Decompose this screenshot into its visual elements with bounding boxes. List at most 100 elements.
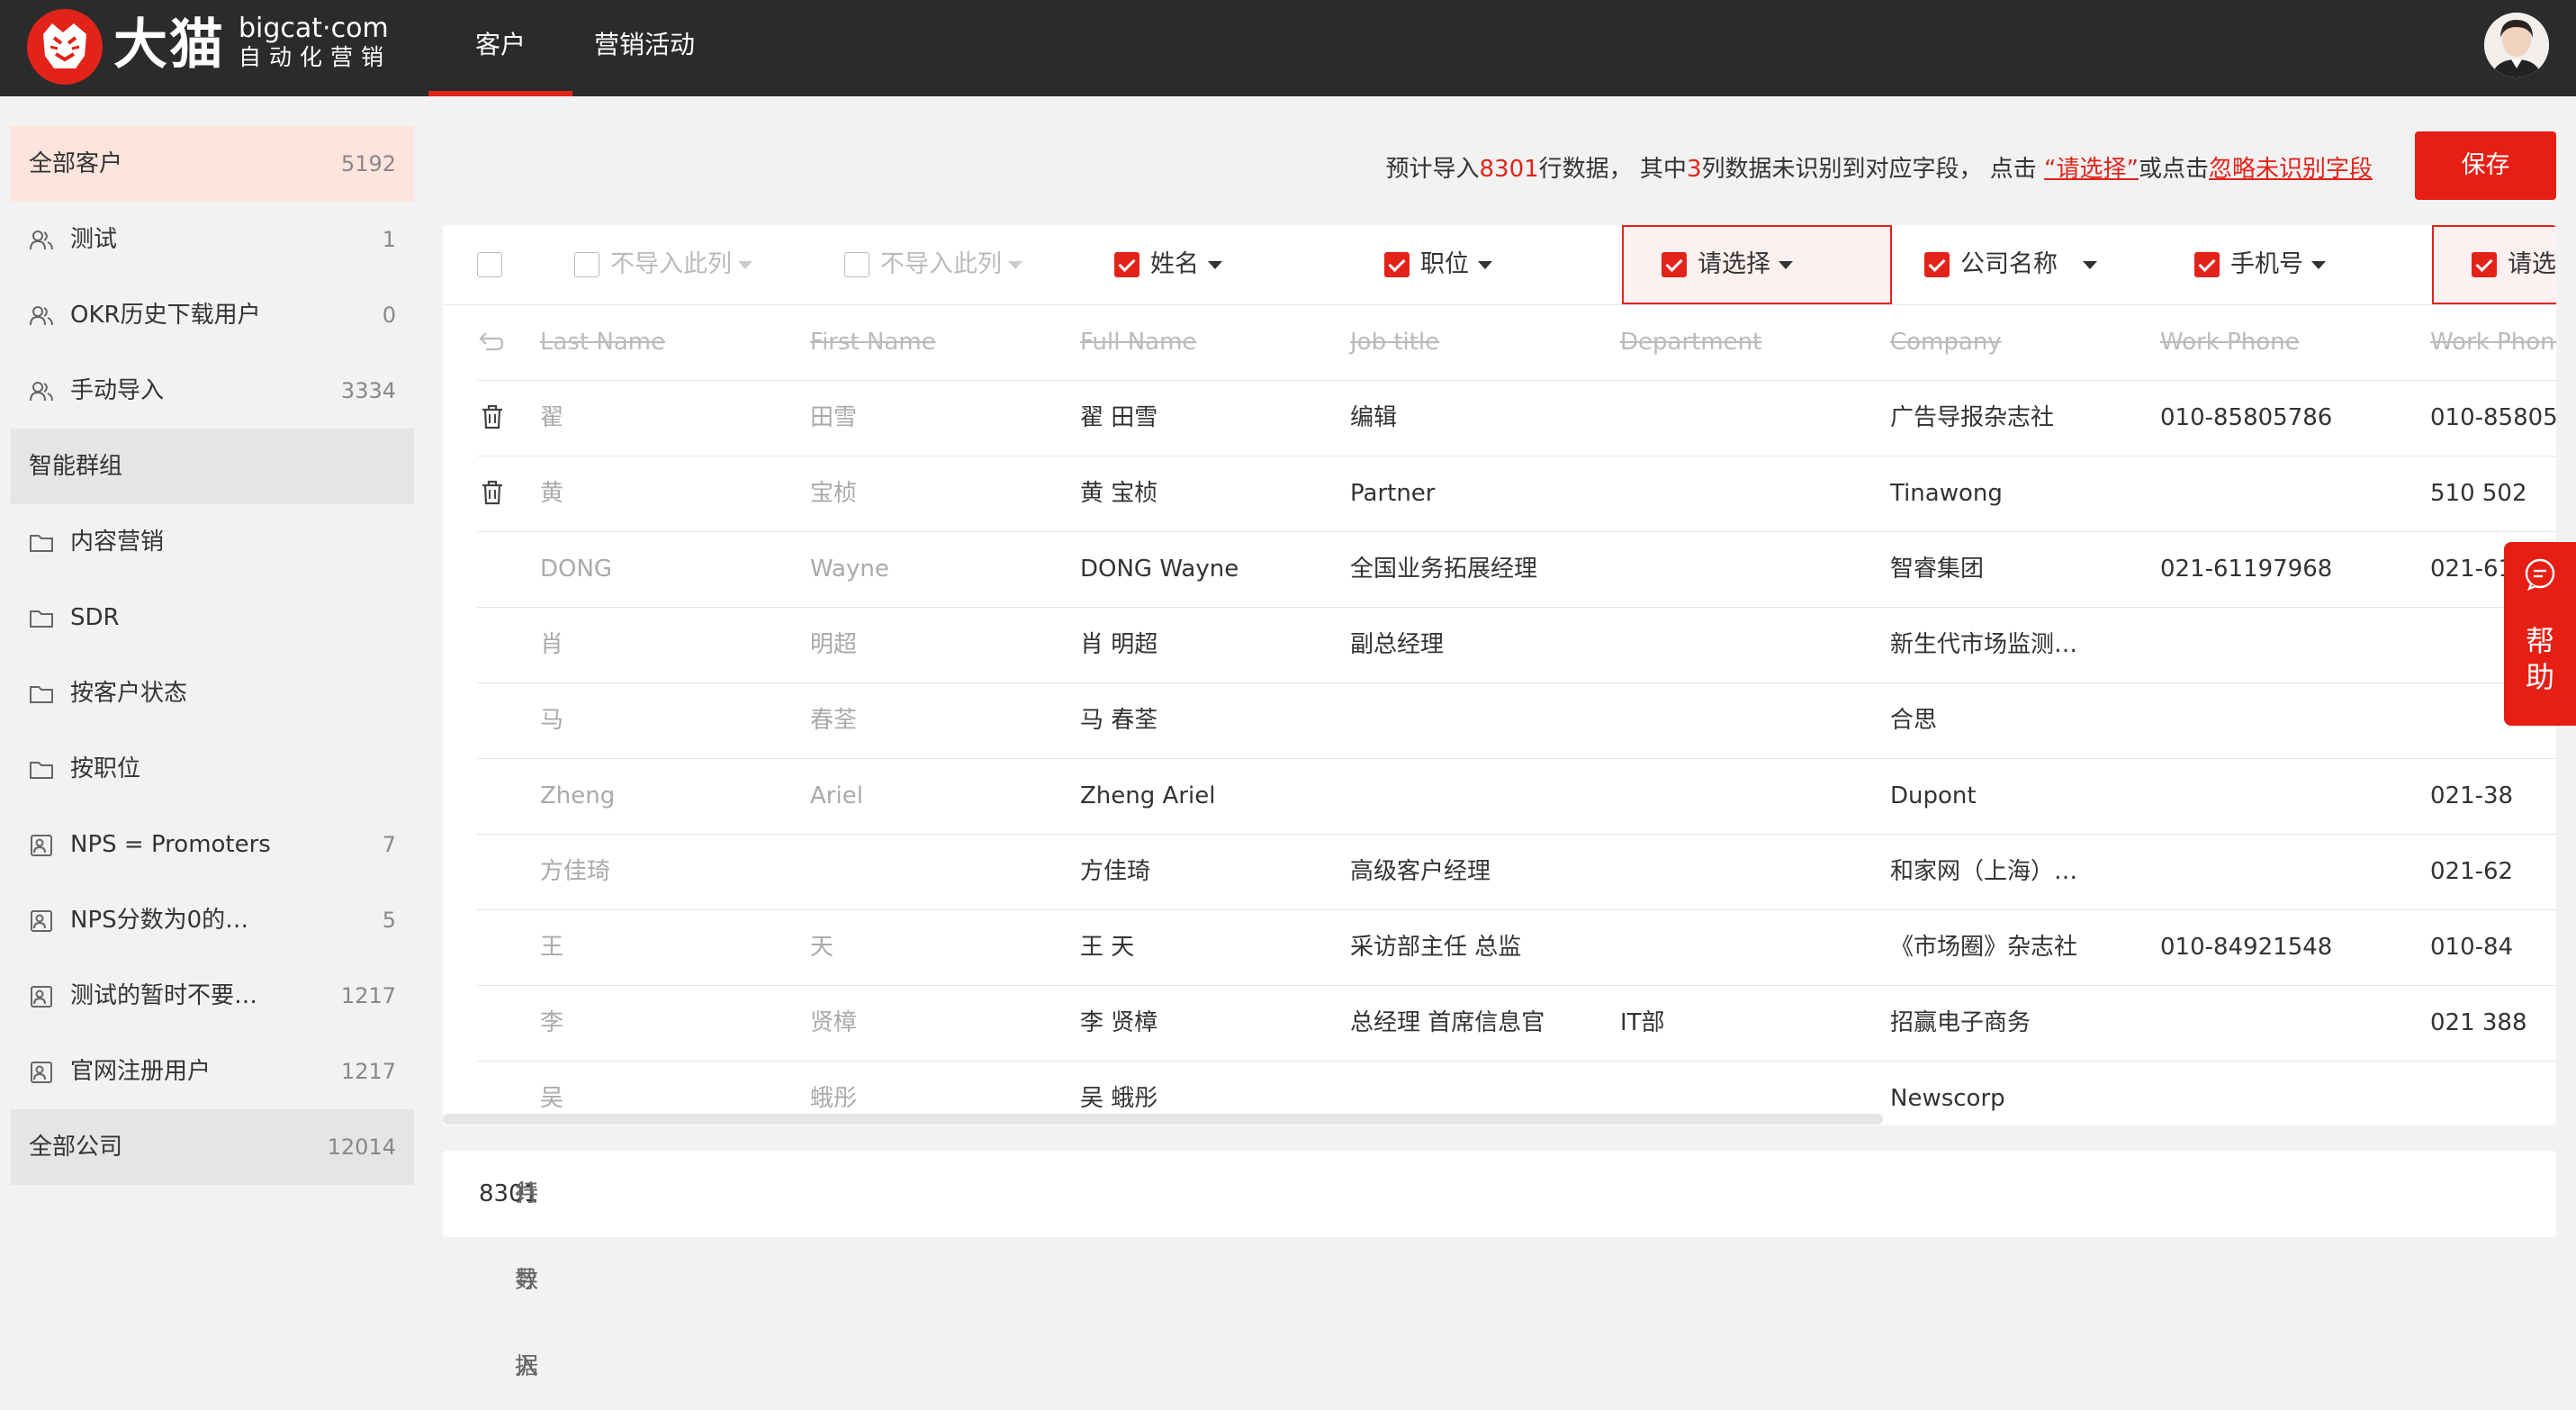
sidebar: 全部客户 5192 测试 1 OKR历史下载用户 0 手动导入 3334 智能群… [11,126,414,1185]
user-avatar[interactable] [2484,13,2549,77]
table-cell: 马 春荃 [1080,707,1158,734]
help-label: 帮助 [2525,624,2554,694]
table-cell: 方佳琦 [540,858,611,885]
sidebar-item-manual-import[interactable]: 手动导入 3334 [11,353,414,429]
table-cell: 明超 [810,631,858,658]
sidebar-item-label: 全部客户 [29,150,123,177]
import-total-footer: 共导入 8301 行数据 [443,1151,2556,1380]
table-cell: Tinawong [1890,480,2003,507]
column-mapping-dropdown-unresolved[interactable]: 请选择 [2432,225,2556,304]
trash-icon[interactable] [481,479,504,506]
tab-customers[interactable]: 客户 [428,0,572,96]
column-checkbox[interactable] [2472,252,2497,277]
table-cell: 智睿集团 [1890,556,1985,583]
sidebar-item-count: 1217 [340,983,396,1008]
sidebar-item-by-position[interactable]: 按职位 [11,731,414,807]
row-count: 8301 [1479,156,1539,183]
sidebar-item-label: 全部公司 [29,1134,123,1161]
source-field: Work Phone [2160,329,2300,356]
column-checkbox[interactable] [574,252,599,277]
horizontal-scrollbar[interactable] [443,1114,1883,1125]
column-mapping-dropdown-unresolved[interactable]: 请选择 [1622,225,1892,304]
table-row: 马 春荃 马 春荃 合思 [477,682,2556,759]
sidebar-item-nps-promoters[interactable]: NPS = Promoters 7 [11,807,414,882]
table-cell: 021-61197968 [2160,556,2333,583]
sidebar-item-count: 5 [382,908,396,933]
top-bar: 大猫 bigcat·com 自动化营销 客户 营销活动 [0,0,2576,96]
column-checkbox[interactable] [844,252,869,277]
column-mapping-dropdown[interactable]: 姓名 [1114,225,1384,304]
column-mapping-dropdown[interactable]: 手机号 [2194,225,2464,304]
sidebar-item-count: 7 [382,832,396,857]
sidebar-item-sdr[interactable]: SDR [11,580,414,655]
table-row: Zheng Ariel Zheng Ariel Dupont 021-38 [477,758,2556,835]
sidebar-item-okr-download-users[interactable]: OKR历史下载用户 0 [11,277,414,353]
sidebar-item-label: NPS分数为0的… [70,907,249,934]
table-cell: 李 [540,1009,564,1036]
table-cell: 广告导报杂志社 [1890,404,2055,431]
table-cell: 510 502 [2430,480,2527,507]
caret-down-icon [1478,261,1492,269]
table-cell: 和家网（上海）… [1890,858,2078,885]
column-checkbox[interactable] [1924,252,1950,277]
table-cell: 021-38 [2430,782,2514,809]
column-checkbox[interactable] [1662,252,1687,277]
sidebar-item-by-customer-status[interactable]: 按客户状态 [11,655,414,731]
chat-icon [2525,558,2555,591]
table-cell: 021-62 [2430,858,2514,885]
table-cell: 翟 田雪 [1080,404,1158,431]
table-cell: 021 388 [2430,1009,2527,1036]
save-button[interactable]: 保存 [2415,131,2556,200]
table-cell: 采访部主任 总监 [1350,934,1522,961]
column-mapping-label: 姓名 [1150,250,1199,278]
table-cell: 王 [540,934,564,961]
caret-down-icon [1008,261,1022,269]
column-checkbox[interactable] [2194,252,2220,277]
message-text: 或点击 [2138,156,2209,183]
sidebar-item-all-customers[interactable]: 全部客户 5192 [11,126,414,202]
column-mapping-dropdown[interactable]: 公司名称 [1924,225,2194,304]
tab-marketing-campaigns[interactable]: 营销活动 [572,0,716,96]
message-text: 列数据未识别到对应字段， 点击 [1701,156,2045,183]
sidebar-item-all-companies[interactable]: 全部公司 12014 [11,1109,414,1185]
source-field: Work Phone [2430,329,2556,356]
brand-name: 大猫 [113,14,225,77]
sidebar-item-nps-zero[interactable]: NPS分数为0的… 5 [11,882,414,958]
column-checkbox[interactable] [1384,252,1410,277]
table-cell: 新生代市场监测… [1890,631,2078,658]
table-row: DONG Wayne DONG Wayne 全国业务拓展经理 智睿集团 021-61197… [477,531,2556,608]
table-cell: 招赢电子商务 [1890,1009,2031,1036]
sidebar-item-count: 12014 [327,1134,396,1160]
column-checkbox[interactable] [1114,252,1139,277]
source-field: Department [1620,329,1762,356]
column-mapping-dropdown[interactable]: 职位 [1384,225,1654,304]
sidebar-item-test[interactable]: 测试 1 [11,202,414,277]
sidebar-item-test-temp[interactable]: 测试的暂时不要… 1217 [11,958,414,1034]
table-row: 黄 宝桢 黄 宝桢 Partner Tinawong 510 502 [477,456,2556,532]
folder-icon [30,610,53,628]
table-row: 方佳琦 方佳琦 高级客户经理 和家网（上海）… 021-62 [477,834,2556,910]
sidebar-item-website-registered[interactable]: 官网注册用户 1217 [11,1034,414,1109]
trash-icon[interactable] [481,403,504,430]
sidebar-item-label: 内容营销 [70,529,165,556]
sidebar-item-label: 官网注册用户 [70,1058,212,1085]
table-cell: 宝桢 [810,480,858,507]
sidebar-item-count: 5192 [340,151,396,176]
ignore-unrecognized-link[interactable]: 忽略未识别字段 [2209,156,2373,183]
column-mapping-dropdown[interactable]: 不导入此列 [844,225,1114,304]
import-summary-message: 预计导入8301行数据， 其中3列数据未识别到对应字段， 点击 “请选择”或点击… [1385,151,2373,187]
smart-group-icon [31,910,52,932]
folder-icon [30,535,53,552]
sidebar-item-label: 智能群组 [29,453,123,480]
undo-icon[interactable] [477,330,504,357]
column-mapping-dropdown[interactable]: 不导入此列 [574,225,844,304]
caret-down-icon [2083,261,2097,269]
caret-down-icon [1779,261,1793,269]
source-field: Last Name [540,329,666,356]
please-select-link[interactable]: “请选择” [2044,156,2139,183]
help-button[interactable]: 帮助 [2504,542,2576,726]
table-cell: Ariel [810,782,863,809]
sidebar-item-content-marketing[interactable]: 内容营销 [11,504,414,580]
sidebar-item-smart-groups[interactable]: 智能群组 [11,429,414,504]
select-all-checkbox[interactable] [477,252,502,277]
